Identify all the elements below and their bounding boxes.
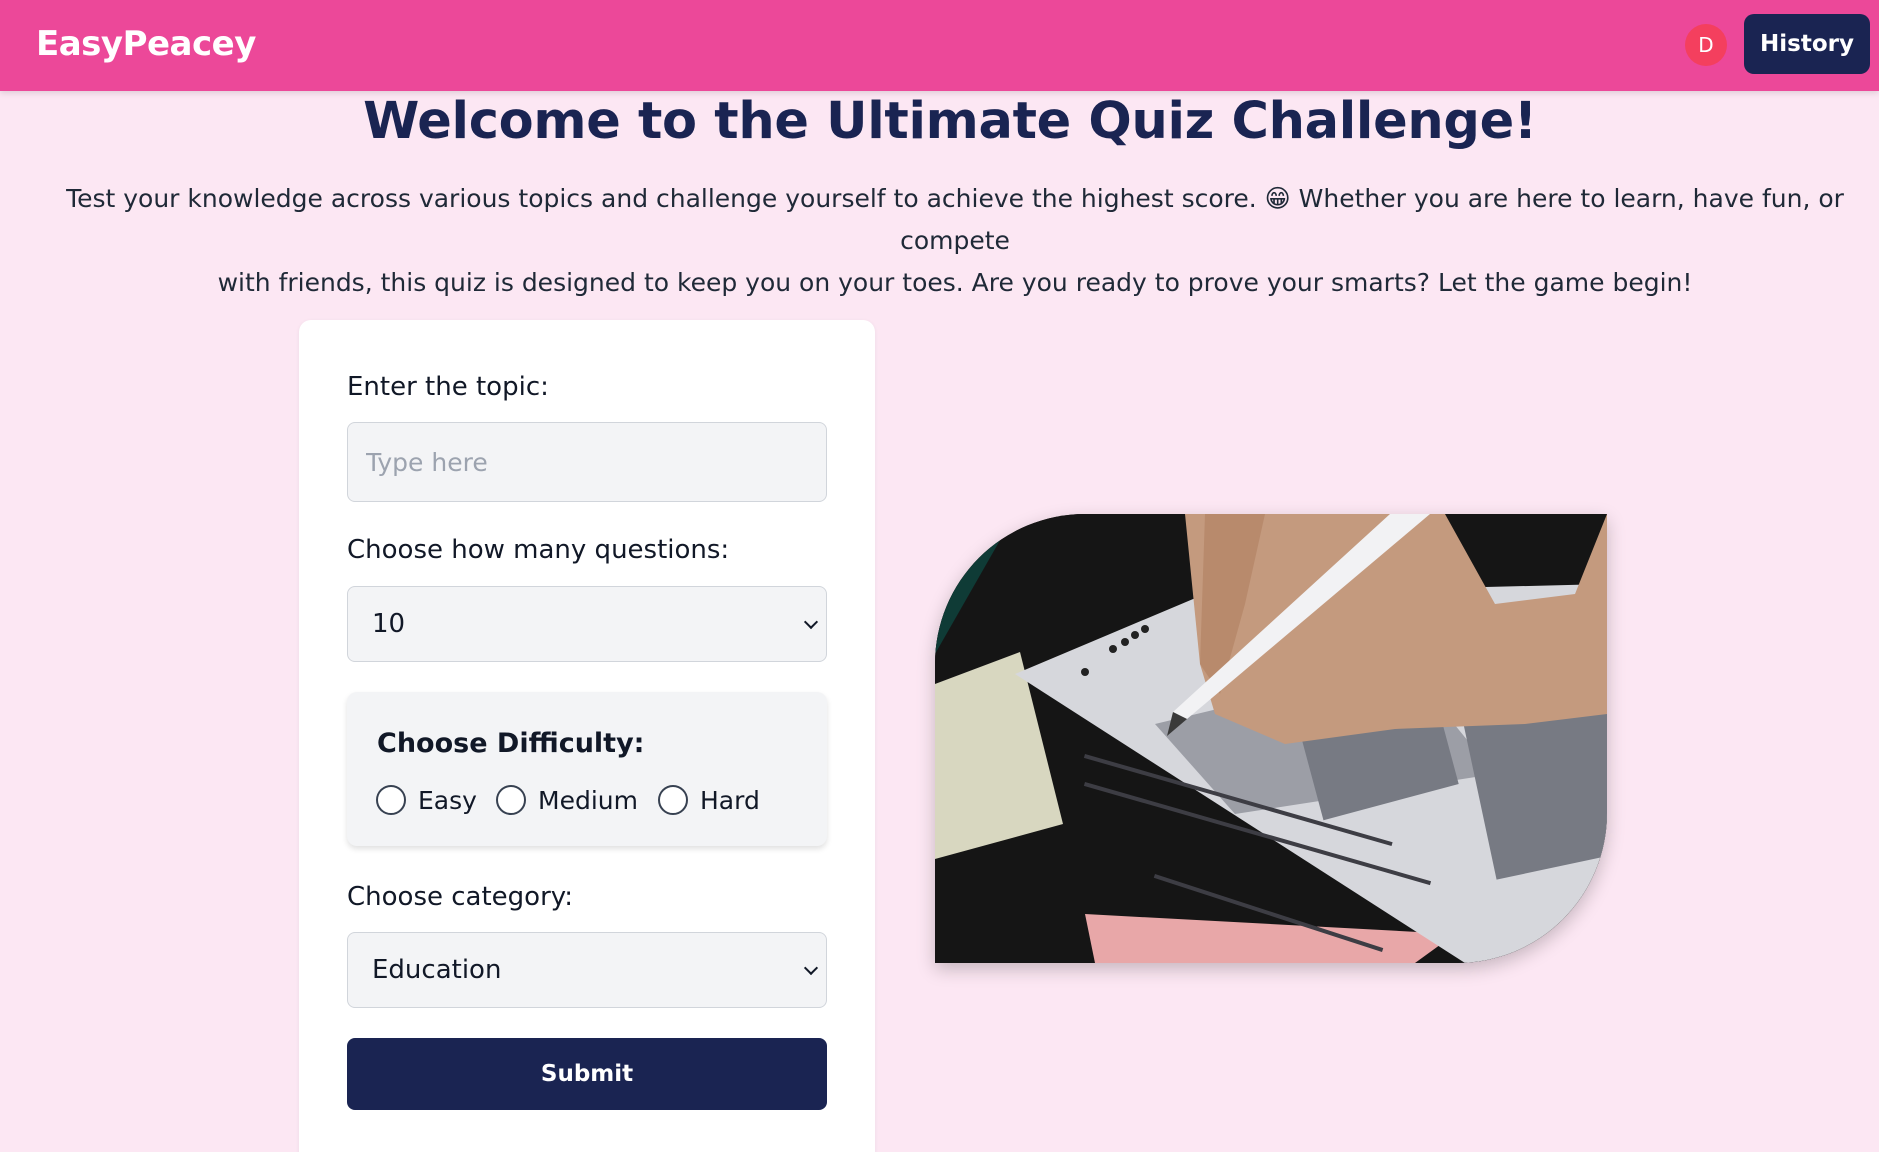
category-value: Education (372, 955, 502, 985)
question-count-value: 10 (372, 609, 406, 639)
brand-logo[interactable]: EasyPeacey (36, 24, 256, 64)
submit-button[interactable]: Submit (347, 1038, 827, 1110)
radio-hard[interactable] (658, 785, 688, 815)
page-title: Welcome to the Ultimate Quiz Challenge! (363, 92, 1537, 151)
question-count-select[interactable]: 10 (347, 586, 827, 662)
category-select[interactable]: Education (347, 932, 827, 1008)
top-navbar: EasyPeacey D History (0, 0, 1879, 91)
category-label: Choose category: (347, 882, 574, 912)
question-count-label: Choose how many questions: (347, 535, 730, 565)
radio-medium[interactable] (496, 785, 526, 815)
difficulty-panel: Choose Difficulty: Easy Medium Hard (347, 692, 827, 846)
chevron-down-icon (803, 614, 819, 630)
difficulty-option-medium[interactable]: Medium (496, 784, 638, 816)
difficulty-option-easy[interactable]: Easy (376, 784, 477, 816)
difficulty-title: Choose Difficulty: (377, 728, 645, 759)
quiz-illustration-image (935, 514, 1607, 963)
answer-sheet-photo (935, 514, 1607, 963)
difficulty-label-medium: Medium (538, 785, 638, 815)
radio-easy[interactable] (376, 785, 406, 815)
quiz-form-card: Enter the topic: Choose how many questio… (299, 320, 875, 1152)
difficulty-option-hard[interactable]: Hard (658, 784, 760, 816)
intro-line-1: Test your knowledge across various topic… (66, 184, 1844, 255)
topic-label: Enter the topic: (347, 372, 549, 402)
difficulty-label-easy: Easy (418, 785, 477, 815)
intro-line-2: with friends, this quiz is designed to k… (217, 268, 1693, 297)
difficulty-label-hard: Hard (700, 785, 760, 815)
intro-text: Test your knowledge across various topic… (30, 178, 1879, 304)
chevron-down-icon (803, 960, 819, 976)
topic-input[interactable] (347, 422, 827, 502)
user-avatar[interactable]: D (1685, 24, 1727, 66)
history-button[interactable]: History (1744, 14, 1870, 74)
